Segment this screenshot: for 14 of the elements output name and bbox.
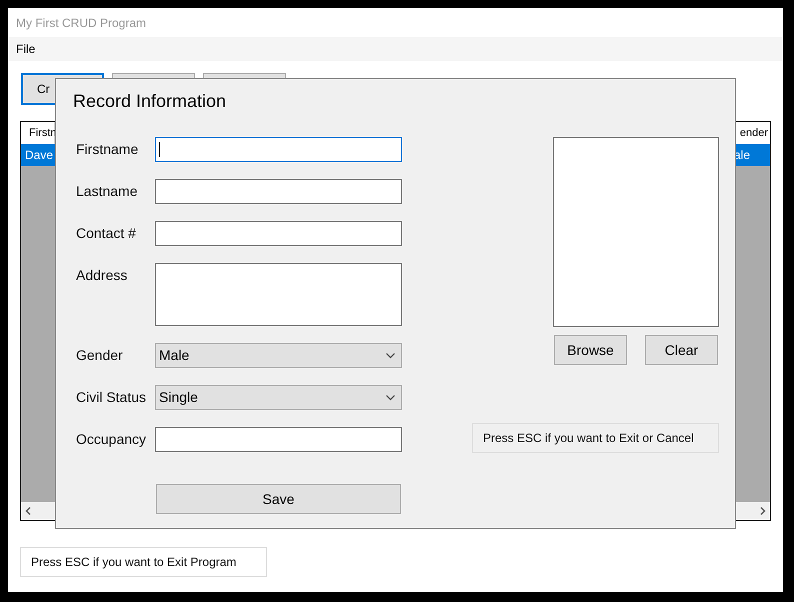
field-label: Lastname xyxy=(76,182,138,201)
dialog-title: Record Information xyxy=(73,90,228,113)
window-title: My First CRUD Program xyxy=(16,14,146,32)
dropdown-value: Single xyxy=(159,388,198,407)
table-cell-text: Dave xyxy=(24,147,54,164)
field-label: Civil Status xyxy=(76,388,148,407)
exit-hint: Press ESC if you want to Exit Program xyxy=(20,547,267,577)
field-label: Gender xyxy=(76,346,124,365)
field-label: Address xyxy=(76,266,128,285)
field-label: Contact # xyxy=(76,224,137,243)
dropdown-value: Male xyxy=(159,346,190,365)
field-label: Occupancy xyxy=(76,430,148,449)
cancel-hint: Press ESC if you want to Exit or Cancel xyxy=(472,423,719,453)
field-label: Firstname xyxy=(76,140,140,159)
